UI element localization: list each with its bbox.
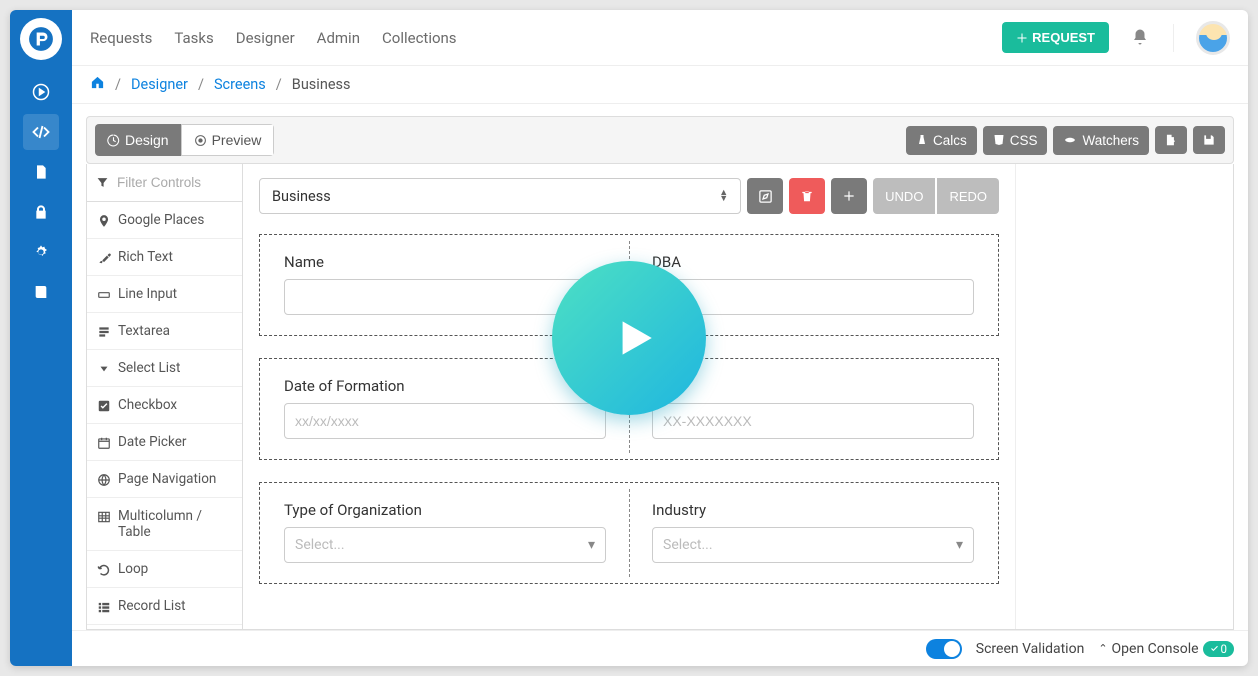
field-label-dof: Date of Formation	[284, 377, 606, 395]
nav-designer[interactable]: Designer	[236, 29, 295, 47]
number-input[interactable]	[652, 403, 974, 439]
breadcrumb-home-icon[interactable]	[90, 75, 105, 94]
control-item-label: Checkbox	[118, 397, 177, 413]
control-date-picker[interactable]: Date Picker	[87, 424, 242, 461]
request-button-label: REQUEST	[1032, 30, 1095, 45]
watchers-label: Watchers	[1082, 133, 1139, 148]
tab-design[interactable]: Design	[95, 124, 181, 156]
divider	[1173, 24, 1174, 52]
field-label-name: Name	[284, 253, 606, 271]
control-select-list[interactable]: Select List	[87, 350, 242, 387]
control-item-label: Page Navigation	[118, 471, 216, 487]
controls-panel: Google Places Rich Text Line Input Texta…	[87, 164, 243, 629]
chevron-updown-icon: ▲▼	[719, 190, 728, 202]
screen-validation-label: Screen Validation	[976, 641, 1085, 657]
form-section-3[interactable]: Type of Organization Select... ▾ Industry…	[259, 482, 999, 584]
tab-design-label: Design	[125, 132, 169, 148]
breadcrumb-sep: /	[115, 76, 121, 93]
control-rich-text[interactable]: Rich Text	[87, 239, 242, 276]
field-label-orgtype: Type of Organization	[284, 501, 606, 519]
open-console-label: Open Console	[1112, 641, 1199, 657]
delete-page-button[interactable]	[789, 178, 825, 214]
tab-preview[interactable]: Preview	[181, 124, 275, 156]
control-item-label: Record List	[118, 598, 186, 614]
bell-icon[interactable]	[1131, 28, 1151, 48]
app-logo[interactable]	[20, 18, 62, 60]
open-console-button[interactable]: ⌃ Open Console 0	[1098, 641, 1234, 657]
control-multicolumn-table[interactable]: Multicolumn / Table	[87, 498, 242, 551]
chevron-down-icon: ▾	[588, 537, 595, 553]
field-label-number: #	[652, 377, 974, 395]
rail-play-icon[interactable]	[23, 74, 59, 110]
calcs-label: Calcs	[933, 133, 967, 148]
select-placeholder: Select...	[295, 537, 345, 553]
console-count: 0	[1221, 642, 1227, 656]
calcs-button[interactable]: Calcs	[906, 126, 977, 155]
save-button[interactable]	[1193, 126, 1225, 154]
redo-button[interactable]: REDO	[937, 178, 999, 214]
dof-input[interactable]	[284, 403, 606, 439]
control-google-places[interactable]: Google Places	[87, 202, 242, 239]
field-label-dba: DBA	[652, 253, 974, 271]
control-item-label: Line Input	[118, 286, 177, 302]
undo-button[interactable]: UNDO	[873, 178, 935, 214]
add-page-button[interactable]	[831, 178, 867, 214]
control-item-label: Rich Text	[118, 249, 173, 265]
rail-code-icon[interactable]	[23, 114, 59, 150]
control-loop[interactable]: Loop	[87, 551, 242, 588]
orgtype-select[interactable]: Select... ▾	[284, 527, 606, 563]
siderail	[10, 10, 72, 666]
tab-preview-label: Preview	[212, 132, 262, 148]
rail-lock-icon[interactable]	[23, 194, 59, 230]
nav-tasks[interactable]: Tasks	[174, 29, 213, 47]
field-label-industry: Industry	[652, 501, 974, 519]
breadcrumb-current: Business	[292, 76, 351, 93]
page-select-value: Business	[272, 188, 331, 205]
page-select[interactable]: Business ▲▼	[259, 178, 741, 214]
breadcrumb-sep: /	[276, 76, 282, 93]
control-item-label: Textarea	[118, 323, 170, 339]
control-item-label: Date Picker	[118, 434, 186, 450]
control-item-label: Google Places	[118, 212, 204, 228]
control-record-list[interactable]: Record List	[87, 588, 242, 625]
control-page-navigation[interactable]: Page Navigation	[87, 461, 242, 498]
top-nav: Requests Tasks Designer Admin Collection…	[72, 10, 1248, 66]
breadcrumb: / Designer / Screens / Business	[72, 66, 1248, 104]
control-item-label: Select List	[118, 360, 180, 376]
statusbar: Screen Validation ⌃ Open Console 0	[72, 630, 1248, 666]
watchers-button[interactable]: Watchers	[1053, 126, 1149, 155]
export-button[interactable]	[1155, 126, 1187, 154]
console-count-badge: 0	[1203, 641, 1234, 657]
control-item-label: Loop	[118, 561, 148, 577]
select-placeholder: Select...	[663, 537, 713, 553]
nav-collections[interactable]: Collections	[382, 29, 457, 47]
play-video-button[interactable]	[552, 261, 706, 415]
filter-icon	[87, 176, 117, 189]
css-label: CSS	[1010, 133, 1038, 148]
breadcrumb-screens[interactable]: Screens	[214, 76, 266, 93]
designer-toolbar: Design Preview Calcs CSS Watchers	[86, 116, 1234, 164]
control-line-input[interactable]: Line Input	[87, 276, 242, 313]
rail-book-icon[interactable]	[23, 274, 59, 310]
control-item-label: Multicolumn / Table	[118, 508, 232, 540]
rail-gear-icon[interactable]	[23, 234, 59, 270]
edit-page-button[interactable]	[747, 178, 783, 214]
nav-requests[interactable]: Requests	[90, 29, 152, 47]
avatar[interactable]	[1196, 21, 1230, 55]
inspector-panel	[1015, 164, 1233, 629]
request-button[interactable]: REQUEST	[1002, 22, 1109, 53]
screen-validation-toggle[interactable]	[926, 639, 962, 659]
chevron-down-icon: ▾	[956, 537, 963, 553]
control-textarea[interactable]: Textarea	[87, 313, 242, 350]
chevron-up-icon: ⌃	[1098, 642, 1107, 655]
rail-document-icon[interactable]	[23, 154, 59, 190]
breadcrumb-designer[interactable]: Designer	[131, 76, 188, 93]
breadcrumb-sep: /	[198, 76, 204, 93]
control-checkbox[interactable]: Checkbox	[87, 387, 242, 424]
css-button[interactable]: CSS	[983, 126, 1048, 155]
industry-select[interactable]: Select... ▾	[652, 527, 974, 563]
filter-controls-input[interactable]	[117, 175, 242, 190]
nav-admin[interactable]: Admin	[317, 29, 360, 47]
